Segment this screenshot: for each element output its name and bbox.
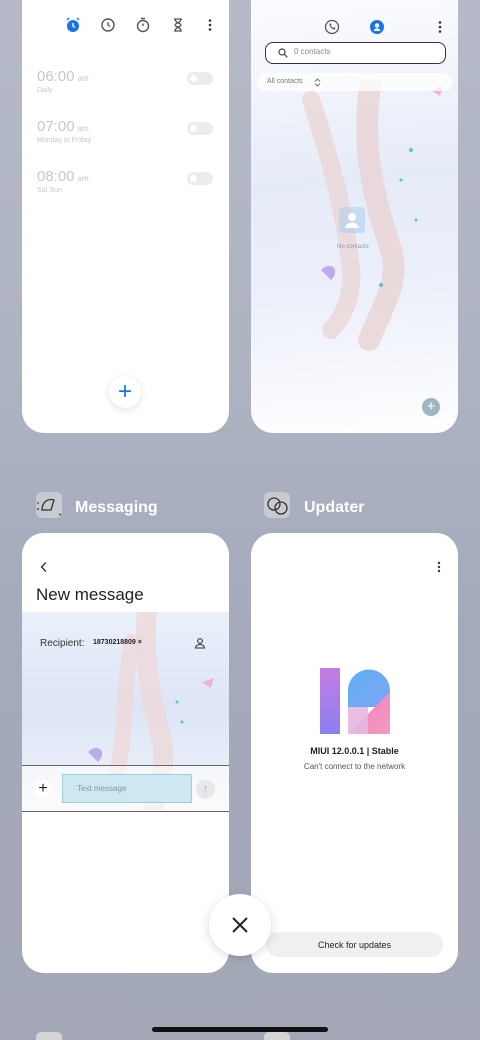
clock-app-card[interactable]: 06:00 am Daily 07:00 am Monday to Friday 0… [22, 0, 229, 433]
updater-app-icon [264, 492, 290, 518]
messaging-app-icon [36, 492, 62, 518]
updater-app-card[interactable]: MIUI 12.0.0.1 | Stable Can't connect to … [251, 533, 458, 973]
wallpaper-hands-art [302, 80, 443, 351]
alarm-icon[interactable] [65, 17, 81, 33]
alarm-days: Daily [37, 87, 53, 94]
alarm-row[interactable]: 07:00 am Monday to Friday [37, 118, 217, 158]
add-recipient-icon[interactable] [194, 637, 206, 649]
send-button[interactable]: ↑ [196, 780, 215, 799]
chevron-updown-icon [314, 78, 321, 87]
alarm-days: Monday to Friday [37, 137, 92, 144]
add-alarm-button[interactable]: + [109, 376, 141, 408]
search-icon [278, 48, 288, 58]
messaging-app-card[interactable]: New message Recipient: 18730218809 × + T… [22, 533, 229, 973]
check-for-updates-label: Check for updates [317, 940, 392, 950]
miui-12-logo-icon [320, 668, 390, 734]
add-contact-button[interactable]: + [422, 398, 440, 416]
more-options-icon[interactable] [432, 560, 446, 574]
messaging-app-label: Messaging [75, 499, 158, 516]
check-for-updates-button[interactable]: Check for updates [266, 932, 443, 957]
clock-icon[interactable] [100, 17, 116, 33]
alarm-row[interactable]: 08:00 am Sat Sun [37, 168, 217, 208]
person-icon [345, 213, 359, 228]
empty-contacts-illustration [339, 207, 365, 233]
updater-app-label: Updater [304, 499, 365, 516]
alarm-time: 06:00 am [37, 68, 89, 85]
page-title: New message [36, 585, 144, 604]
alarm-days: Sat Sun [37, 187, 62, 194]
alarm-time: 07:00 am [37, 118, 89, 135]
phone-icon[interactable] [324, 19, 340, 35]
attach-button[interactable]: + [34, 780, 52, 798]
timer-icon[interactable] [170, 17, 186, 33]
alarm-toggle[interactable] [187, 122, 213, 135]
contacts-filter-dropdown[interactable]: All contacts [257, 73, 452, 91]
alarm-toggle[interactable] [187, 172, 213, 185]
compose-bar: + Text message ↑ [22, 765, 229, 812]
more-options-icon[interactable] [432, 19, 448, 35]
more-options-icon[interactable] [202, 17, 218, 33]
miui-version-label: MIUI 12.0.0.1 | Stable [310, 746, 399, 756]
back-arrow-icon[interactable] [38, 561, 50, 573]
alarm-time: 08:00 am [37, 168, 89, 185]
network-status-label: Can't connect to the network [303, 762, 406, 771]
recipient-chip[interactable]: 18730218809 × [93, 639, 142, 646]
search-placeholder: 0 contacts [294, 47, 331, 56]
empty-contacts-label: No contacts [337, 244, 369, 250]
next-app-icon [36, 1032, 62, 1040]
stopwatch-icon[interactable] [135, 17, 151, 33]
alarm-row[interactable]: 06:00 am Daily [37, 68, 217, 108]
alarm-toggle[interactable] [187, 72, 213, 85]
contacts-icon[interactable] [369, 19, 385, 35]
close-all-apps-button[interactable] [209, 894, 271, 956]
search-input[interactable]: 0 contacts [265, 42, 446, 64]
contacts-app-card[interactable]: 0 contacts All contacts No contacts + [251, 0, 458, 433]
recipient-label: Recipient: [40, 638, 85, 649]
close-icon [232, 917, 248, 933]
home-indicator[interactable] [152, 1027, 328, 1032]
message-placeholder: Text message [77, 784, 127, 793]
message-input[interactable]: Text message [62, 774, 192, 803]
contacts-filter-label: All contacts [267, 78, 303, 85]
